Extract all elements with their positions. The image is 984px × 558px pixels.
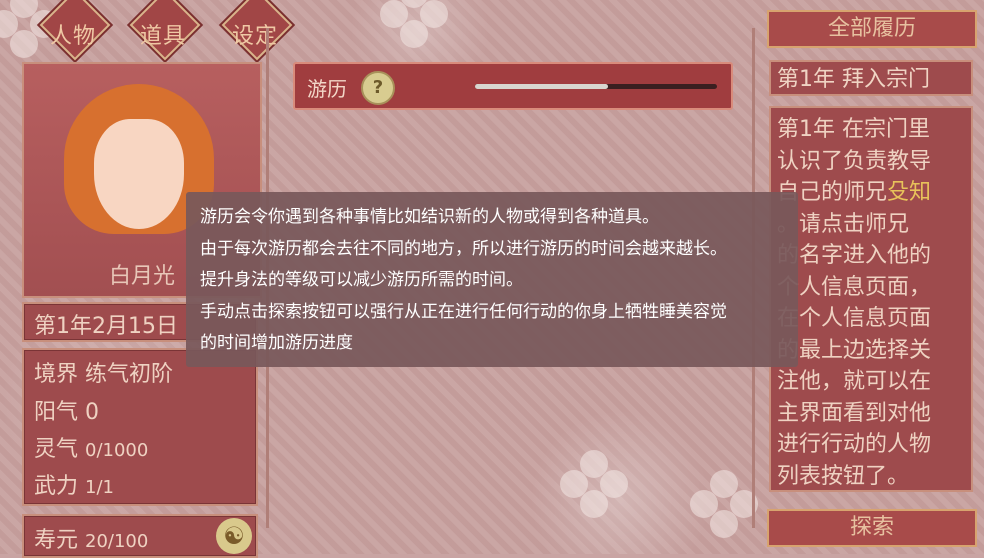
force-label: 武力 xyxy=(34,474,79,499)
nav-settings-button[interactable]: 设定 xyxy=(221,0,293,66)
force-value: 1/1 xyxy=(85,477,114,498)
nav-settings-label: 设定 xyxy=(231,24,278,49)
spirit-value: 0/1000 xyxy=(85,440,149,461)
explore-button[interactable]: 探索 xyxy=(767,509,977,547)
history-log: 第1年 在宗门里 认识了负责教导 自己的师兄殳知 。请点击师兄 的名字进入他的 … xyxy=(769,106,973,492)
history-entry-title[interactable]: 第1年 拜入宗门 xyxy=(769,60,973,96)
portrait-face xyxy=(94,119,184,229)
log-line: 在个人信息页面 xyxy=(777,306,932,331)
highlight-name-link[interactable]: 殳知 xyxy=(887,180,931,205)
nav-characters-button[interactable]: 人物 xyxy=(39,0,111,66)
realm-text: 境界 练气初阶 xyxy=(34,362,173,387)
yang-label: 阳气 xyxy=(34,400,79,425)
travel-progress-fill xyxy=(475,84,609,89)
travel-tooltip: 游历会令你遇到各种事情比如结识新的人物或得到各种道具。 由于每次游历都会去往不同… xyxy=(186,192,798,367)
nav-items-button[interactable]: 道具 xyxy=(129,0,201,66)
log-line: 个人信息页面， xyxy=(777,274,932,300)
spirit-row: 灵气 0/1000 xyxy=(34,431,148,463)
full-history-button[interactable]: 全部履历 xyxy=(767,10,977,48)
spirit-label: 灵气 xyxy=(34,437,79,462)
log-line: 认识了负责教导 xyxy=(777,148,932,174)
tooltip-line: 提升身法的等级可以减少游历所需的时间。 xyxy=(200,270,523,290)
tooltip-line: 手动点击探索按钮可以强行从正在进行任何行动的你身上牺牲睡美容觉 xyxy=(200,301,727,322)
log-line: 进行行动的人物 xyxy=(777,432,932,457)
tooltip-line: 的时间增加游历进度 xyxy=(200,333,353,353)
yin-yang-icon[interactable]: ☯ xyxy=(216,518,252,554)
stats-panel: 境界 练气初阶 阳气 0 灵气 0/1000 武力 1/1 xyxy=(22,348,258,506)
log-line: 的名字进入他的 xyxy=(777,243,932,268)
travel-progress-track xyxy=(475,84,717,89)
travel-bar: 游历 ? xyxy=(293,62,733,110)
game-date: 第1年2月15日 xyxy=(34,314,178,339)
flower-decoration-icon xyxy=(690,470,760,540)
flower-decoration-icon xyxy=(380,0,450,50)
yang-row: 阳气 0 xyxy=(34,394,99,426)
log-line: 第1年 在宗门里 xyxy=(777,117,930,142)
lifespan-row: 寿元 20/100 xyxy=(34,522,148,554)
yang-value: 0 xyxy=(85,400,100,425)
log-line: 列表按钮了。 xyxy=(777,463,910,489)
log-line: 的最上边选择关 xyxy=(777,337,932,363)
log-line: 主界面看到对他 xyxy=(777,400,932,426)
force-row: 武力 1/1 xyxy=(34,468,114,500)
lifespan-panel: 寿元 20/100 ☯ xyxy=(22,514,258,558)
log-line: 。请点击师兄 xyxy=(777,211,910,237)
nav-characters-label: 人物 xyxy=(49,24,96,49)
lifespan-value: 20/100 xyxy=(85,531,149,552)
tooltip-line: 由于每次游历都会去往不同的地方，所以进行游历的时间会越来越长。 xyxy=(200,238,727,259)
flower-decoration-icon xyxy=(560,450,630,520)
log-line: 自己的师兄殳知 xyxy=(777,177,965,209)
help-icon[interactable]: ? xyxy=(361,71,395,105)
log-line: 注他，就可以在 xyxy=(777,369,932,394)
nav-items-label: 道具 xyxy=(139,24,186,49)
travel-label: 游历 xyxy=(307,77,347,101)
tooltip-line: 游历会令你遇到各种事情比如结识新的人物或得到各种道具。 xyxy=(200,207,659,227)
lifespan-label: 寿元 xyxy=(34,528,79,553)
